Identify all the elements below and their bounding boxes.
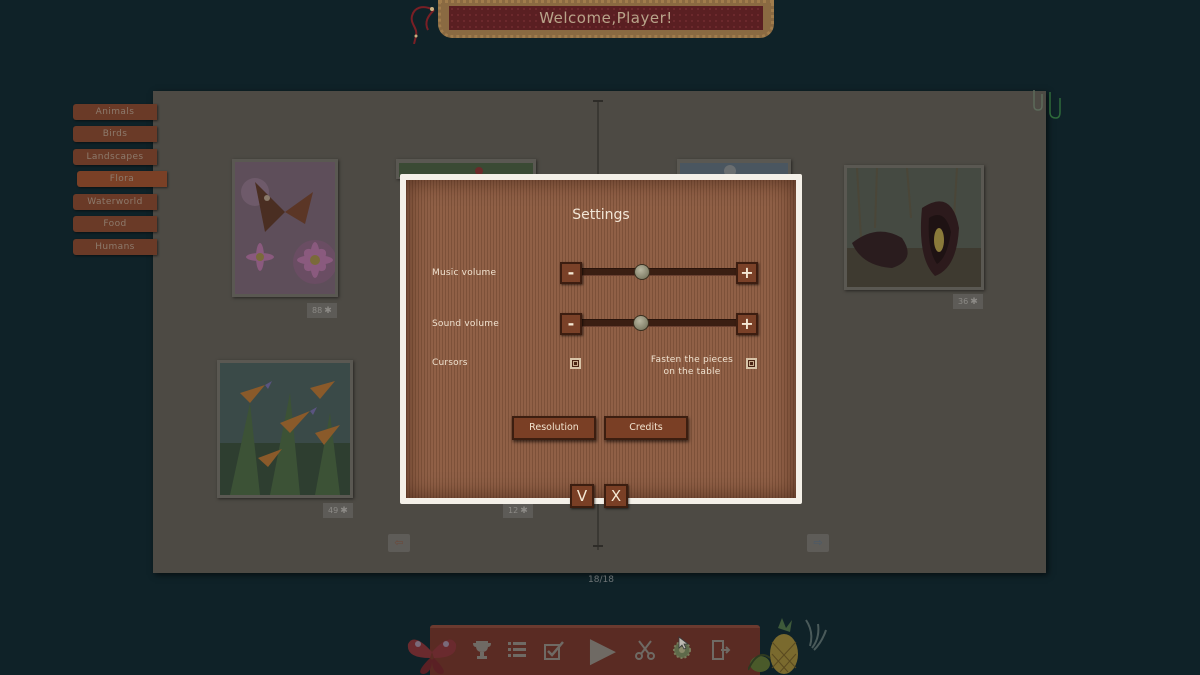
piece-count: 36	[958, 297, 969, 306]
settings-title: Settings	[572, 207, 630, 223]
exit-icon[interactable]	[708, 638, 732, 662]
paperclip-icon	[1033, 90, 1061, 119]
category-tab-waterworld[interactable]: Waterworld	[73, 194, 157, 210]
spine-cap-top	[593, 100, 603, 102]
puzzle-piece-icon: ✱	[340, 506, 348, 516]
bird-of-paradise-image	[220, 363, 350, 495]
fasten-pieces-checkbox[interactable]	[746, 358, 757, 369]
category-tab-landscapes[interactable]: Landscapes	[73, 149, 157, 165]
page-number: 18/18	[588, 575, 614, 585]
resolution-button[interactable]: Resolution	[512, 416, 596, 440]
piece-count-badge: 88 ✱	[307, 303, 337, 318]
puzzle-piece-icon: ✱	[970, 297, 978, 307]
category-tab-birds[interactable]: Birds	[73, 126, 157, 142]
fasten-pieces-label-line2: on the table	[663, 367, 721, 377]
puzzle-thumbnail-bird-of-paradise[interactable]	[217, 360, 353, 498]
ribbon-knot-icon	[410, 6, 435, 44]
piece-count-badge: 36 ✱	[953, 294, 983, 309]
calla-lily-image	[847, 167, 981, 287]
category-tab-flora[interactable]: Flora	[77, 171, 167, 187]
piece-count-badge: 12 ✱	[503, 503, 533, 518]
butterfly-decoration-icon	[407, 639, 457, 674]
settings-panel: Settings Music volume - + Sound volume -…	[406, 180, 796, 508]
confirm-button[interactable]: V	[570, 484, 594, 508]
cursors-checkbox[interactable]	[570, 358, 581, 369]
piece-count: 88	[312, 306, 323, 315]
piece-count-badge: 49 ✱	[323, 503, 353, 518]
music-volume-label: Music volume	[432, 268, 497, 278]
next-page-arrow-icon[interactable]: ⇨	[807, 534, 829, 552]
piece-count: 12	[508, 506, 519, 515]
cursors-label: Cursors	[432, 358, 468, 368]
trophy-icon[interactable]	[470, 638, 494, 662]
list-icon[interactable]	[505, 638, 529, 662]
credits-button[interactable]: Credits	[604, 416, 688, 440]
puzzle-piece-icon: ✱	[324, 306, 332, 316]
sound-volume-label: Sound volume	[432, 319, 499, 329]
category-tab-food[interactable]: Food	[73, 216, 157, 232]
sound-volume-increase-button[interactable]: +	[736, 313, 758, 335]
piece-count: 49	[328, 506, 339, 515]
scissors-icon[interactable]	[633, 638, 657, 662]
previous-page-arrow-icon[interactable]: ⇦	[388, 534, 410, 552]
music-volume-slider[interactable]	[580, 268, 744, 276]
welcome-banner: Welcome,Player!	[438, 0, 774, 38]
welcome-text: Welcome,Player!	[449, 6, 763, 30]
puzzle-piece-icon: ✱	[520, 506, 528, 516]
sound-volume-knob[interactable]	[632, 315, 649, 331]
play-icon[interactable]: ▶	[586, 630, 620, 670]
music-volume-decrease-button[interactable]: -	[560, 262, 582, 284]
settings-dialog: Settings Music volume - + Sound volume -…	[400, 174, 802, 508]
checkbox-icon[interactable]	[542, 638, 566, 662]
fasten-pieces-label-line1: Fasten the pieces	[650, 355, 734, 365]
butterfly-image	[235, 162, 337, 294]
puzzle-thumbnail-butterfly[interactable]	[232, 159, 338, 297]
category-tab-animals[interactable]: Animals	[73, 104, 157, 120]
music-volume-knob[interactable]	[634, 264, 651, 280]
spine-cap-bottom	[593, 545, 603, 547]
puzzle-thumbnail-calla-lily[interactable]	[844, 165, 984, 290]
close-button[interactable]: X	[604, 484, 628, 508]
music-volume-increase-button[interactable]: +	[736, 262, 758, 284]
sound-volume-slider[interactable]	[580, 319, 744, 327]
sound-volume-decrease-button[interactable]: -	[560, 313, 582, 335]
mouse-cursor-icon	[678, 636, 690, 650]
category-tab-humans[interactable]: Humans	[73, 239, 157, 255]
fasten-pieces-label: Fasten the pieces on the table	[642, 354, 742, 378]
pineapple-decoration-icon	[748, 618, 827, 674]
